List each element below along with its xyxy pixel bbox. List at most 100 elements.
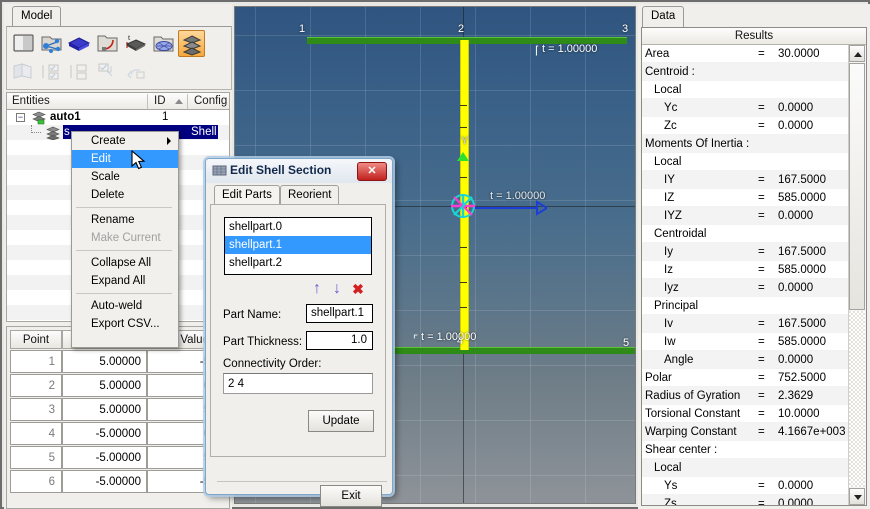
tree-context-menu[interactable]: Create Edit Scale Delete Rename Make Current C…	[71, 131, 179, 348]
node-network-icon[interactable]	[38, 30, 65, 57]
menu-item[interactable]: Collapse All	[72, 254, 178, 272]
result-label: IYZ	[664, 210, 682, 222]
result-row[interactable]: Yc = 0.0000	[642, 99, 849, 117]
parts-listbox[interactable]: shellpart.0 shellpart.1 shellpart.2	[224, 217, 372, 275]
list-item[interactable]: shellpart.2	[225, 254, 371, 272]
expander-collapse-icon[interactable]: −	[16, 113, 25, 122]
result-row[interactable]: Shear center :	[642, 441, 849, 459]
result-row[interactable]: Radius of Gyration = 2.3629	[642, 387, 849, 405]
results-scrollbar[interactable]	[848, 45, 866, 505]
result-row[interactable]: Iv = 167.5000	[642, 315, 849, 333]
part-thickness-input[interactable]: 1.0	[306, 331, 373, 350]
result-row[interactable]: Centroid :	[642, 63, 849, 81]
result-row[interactable]: Local	[642, 153, 849, 171]
mesh-section-icon[interactable]	[150, 30, 177, 57]
result-equals: =	[758, 210, 765, 222]
curve-section-icon[interactable]	[94, 30, 121, 57]
result-label: Iw	[664, 336, 676, 348]
scroll-up-icon[interactable]	[849, 45, 865, 62]
result-row[interactable]: Iz = 585.0000	[642, 261, 849, 279]
tab-data[interactable]: Data	[642, 6, 685, 27]
result-row[interactable]: Torsional Constant = 10.0000	[642, 405, 849, 423]
scrollbar-track[interactable]	[849, 311, 865, 487]
tab-reorient[interactable]: Reorient	[280, 185, 340, 204]
result-row[interactable]: Local	[642, 459, 849, 477]
tree-col-config[interactable]: Config	[189, 93, 236, 109]
point-table: Point Y Value Z Value 1 5.00000 -5.00 2 …	[6, 326, 232, 509]
result-row[interactable]: IYZ = 0.0000	[642, 207, 849, 225]
result-label: Principal	[654, 300, 699, 312]
result-equals: =	[758, 120, 765, 132]
move-down-icon[interactable]: ↓	[329, 281, 345, 297]
thickness-annotation-bottom-text: t = 1.00000	[421, 331, 477, 343]
results-list[interactable]: Area = 30.0000 Centroid : Local Yc = 0.0000 Zc = 0…	[642, 45, 849, 505]
result-label: IZ	[664, 192, 675, 204]
tree-col-id[interactable]: ID	[149, 93, 176, 109]
delete-part-icon[interactable]: ✖	[350, 281, 366, 297]
list-item[interactable]: shellpart.1	[225, 236, 371, 254]
result-row[interactable]: Iyz = 0.0000	[642, 279, 849, 297]
connectivity-order-input[interactable]: 2 4	[223, 373, 373, 394]
axis-label-y: Y	[461, 135, 469, 147]
menu-item[interactable]: Rename	[72, 211, 178, 229]
result-row[interactable]: Principal	[642, 297, 849, 315]
check-arrow-icon	[94, 58, 121, 85]
menu-item[interactable]: Scale	[72, 168, 178, 186]
result-row[interactable]: Centroidal	[642, 225, 849, 243]
result-value: 167.5000	[778, 318, 826, 330]
point-col-point[interactable]: Point	[10, 330, 62, 349]
result-row[interactable]: Area = 30.0000	[642, 45, 849, 63]
menu-item[interactable]: Export CSV...	[72, 315, 178, 333]
result-row[interactable]: Warping Constant = 4.1667e+003	[642, 423, 849, 441]
result-label: Iyz	[664, 282, 679, 294]
result-row[interactable]: Iw = 585.0000	[642, 333, 849, 351]
origin-axes-icon	[448, 191, 478, 224]
result-row[interactable]: Zs = 0.0000	[642, 495, 849, 505]
shell-section-icon[interactable]	[178, 30, 205, 57]
new-section-icon[interactable]	[10, 30, 37, 57]
result-row[interactable]: Angle = 0.0000	[642, 351, 849, 369]
result-equals: =	[758, 318, 765, 330]
close-icon[interactable]: ✕	[357, 162, 387, 181]
move-up-icon[interactable]: ↑	[309, 281, 325, 297]
thickness-section-icon[interactable]: t	[122, 30, 149, 57]
tree-label-auto1[interactable]: auto1	[50, 110, 81, 125]
scroll-down-icon[interactable]	[849, 488, 865, 505]
result-label: Zc	[664, 120, 677, 132]
menu-item[interactable]: Create	[72, 132, 178, 150]
point-table-body[interactable]: 1 5.00000 -5.00 2 5.00000 0.00 3 5.00000…	[10, 350, 229, 500]
menu-item[interactable]: Delete	[72, 186, 178, 204]
menu-item[interactable]: Edit	[72, 150, 178, 168]
result-row[interactable]: Polar = 752.5000	[642, 369, 849, 387]
update-button[interactable]: Update	[308, 410, 374, 432]
menu-item[interactable]: Auto-weld	[72, 297, 178, 315]
result-label: Iv	[664, 318, 673, 330]
tab-model[interactable]: Model	[12, 6, 62, 27]
list-item[interactable]: shellpart.0	[225, 218, 371, 236]
part-name-input[interactable]: shellpart.1	[306, 304, 373, 323]
result-label: Area	[645, 48, 670, 60]
shell-node-icon	[45, 126, 60, 141]
result-row[interactable]: IY = 167.5000	[642, 171, 849, 189]
result-row[interactable]: Zc = 0.0000	[642, 117, 849, 135]
tree-col-entities[interactable]: Entities	[7, 93, 152, 109]
result-row[interactable]: Ys = 0.0000	[642, 477, 849, 495]
result-row[interactable]: Local	[642, 81, 849, 99]
result-value: 0.0000	[778, 354, 814, 366]
tree-row-auto1[interactable]: − auto1 1	[7, 110, 229, 125]
scrollbar-thumb[interactable]	[849, 63, 865, 310]
result-row[interactable]: IZ = 585.0000	[642, 189, 849, 207]
result-label: Torsional Constant	[645, 408, 741, 420]
result-value: 10.0000	[778, 408, 820, 420]
exit-button[interactable]: Exit	[320, 485, 382, 507]
menu-item[interactable]: Expand All	[72, 272, 178, 290]
result-row[interactable]: Iy = 167.5000	[642, 243, 849, 261]
solid-section-icon[interactable]	[66, 30, 93, 57]
menu-separator	[76, 207, 172, 208]
result-row[interactable]: Moments Of Inertia :	[642, 135, 849, 153]
dialog-titlebar[interactable]: Edit Shell Section ✕	[206, 159, 392, 183]
menu-item-label: Delete	[91, 189, 125, 201]
tab-edit-parts[interactable]: Edit Parts	[214, 185, 280, 204]
result-value: 585.0000	[778, 336, 826, 348]
result-label: Polar	[645, 372, 672, 384]
